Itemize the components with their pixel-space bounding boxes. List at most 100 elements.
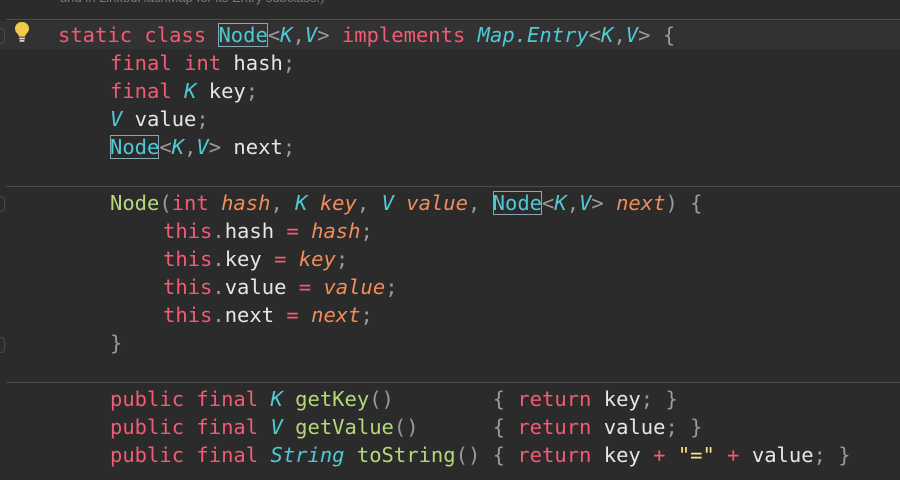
code-token: V xyxy=(196,135,209,159)
code-token: ; xyxy=(385,275,398,299)
code-token: K xyxy=(171,135,185,159)
code-token: ; xyxy=(335,247,349,271)
fold-marker[interactable] xyxy=(0,337,5,353)
code-token: next xyxy=(311,303,361,327)
code-token: getKey xyxy=(295,387,370,411)
code-token: = xyxy=(286,275,324,299)
code-token: . xyxy=(212,303,225,327)
code-line[interactable] xyxy=(0,161,900,189)
method-separator xyxy=(6,19,900,20)
code-token: return xyxy=(517,387,592,411)
code-token: value xyxy=(591,415,666,439)
code-token: int xyxy=(171,191,209,215)
code-token: final xyxy=(196,387,259,411)
code-line[interactable]: V value; xyxy=(0,105,900,133)
code-token: K xyxy=(184,79,197,103)
code-token: class xyxy=(144,23,207,47)
code-token: () { xyxy=(455,443,518,467)
code-token: < xyxy=(542,191,555,215)
code-token: value xyxy=(406,191,468,215)
code-line[interactable]: final int hash; xyxy=(0,49,900,77)
code-token: , xyxy=(270,191,296,215)
code-token: ; } xyxy=(813,443,851,467)
code-line[interactable]: final K key; xyxy=(0,77,900,105)
code-editor[interactable]: and in LinkedHashMap for its Entry subcl… xyxy=(0,0,900,480)
code-token: ; xyxy=(245,79,259,103)
code-line[interactable]: Node(int hash, K key, V value, Node<K,V>… xyxy=(0,189,900,217)
code-token: , xyxy=(467,191,493,215)
code-token: public xyxy=(110,443,185,467)
code-token: , xyxy=(566,191,580,215)
code-token: hash xyxy=(221,51,283,75)
code-token: hash xyxy=(311,219,361,243)
code-line[interactable]: } xyxy=(0,329,900,357)
code-token: > xyxy=(591,191,617,215)
code-line[interactable]: this.key = key; xyxy=(0,245,900,273)
code-token: = xyxy=(274,303,312,327)
code-token: key xyxy=(591,443,641,467)
code-token: V xyxy=(625,23,639,47)
code-token: ; } xyxy=(640,387,678,411)
code-token: ; xyxy=(282,135,296,159)
code-token: K xyxy=(554,191,567,215)
code-token: () { xyxy=(369,387,518,411)
code-token: K xyxy=(601,23,614,47)
code-line[interactable]: public final String toString() { return … xyxy=(0,441,900,469)
code-token: final xyxy=(110,51,172,75)
code-line[interactable]: public final K getKey() { return key; } xyxy=(0,385,900,413)
code-token: ; xyxy=(360,219,373,243)
code-token: ; xyxy=(282,51,296,75)
code-token: > xyxy=(208,135,222,159)
code-token: String xyxy=(270,443,345,467)
code-token: final xyxy=(110,79,172,103)
code-token: Node xyxy=(110,135,160,159)
code-token: } xyxy=(110,331,123,355)
code-token: key xyxy=(591,387,641,411)
code-line[interactable]: Node<K,V> next; xyxy=(0,133,900,161)
code-token: hash xyxy=(224,219,275,243)
code-token: next xyxy=(224,303,275,327)
code-token: return xyxy=(517,443,592,467)
code-token: . xyxy=(212,247,225,271)
code-token: = xyxy=(274,219,312,243)
code-token: V xyxy=(304,23,318,47)
code-line[interactable]: this.next = next; xyxy=(0,301,900,329)
code-token: key xyxy=(319,191,357,215)
code-token: getValue xyxy=(295,415,394,439)
code-token: next xyxy=(616,191,666,215)
code-token: , xyxy=(292,23,305,47)
code-token: > { xyxy=(638,23,676,47)
code-line[interactable]: this.value = value; xyxy=(0,273,900,301)
code-token: ( xyxy=(159,191,172,215)
code-token: value xyxy=(751,443,814,467)
code-token: K xyxy=(295,191,308,215)
code-token: , xyxy=(356,191,382,215)
code-token: + xyxy=(714,443,752,467)
code-token: K xyxy=(280,23,293,47)
code-token: Node xyxy=(110,191,160,215)
fold-marker[interactable] xyxy=(0,196,5,212)
code-token: ; xyxy=(360,303,373,327)
code-token: ; } xyxy=(665,415,703,439)
code-token: final xyxy=(196,443,259,467)
lightbulb-icon[interactable] xyxy=(13,21,31,43)
fold-marker[interactable] xyxy=(0,28,5,44)
code-line[interactable] xyxy=(0,357,900,385)
code-line[interactable]: static class Node<K,V> implements Map.En… xyxy=(0,21,900,49)
doc-comment-fragment: and in LinkedHashMap for its Entry subcl… xyxy=(60,0,900,9)
code-line[interactable]: public final V getValue() { return value… xyxy=(0,413,900,441)
code-token: < xyxy=(267,23,281,47)
code-token: final xyxy=(196,415,259,439)
code-line[interactable]: this.hash = hash; xyxy=(0,217,900,245)
